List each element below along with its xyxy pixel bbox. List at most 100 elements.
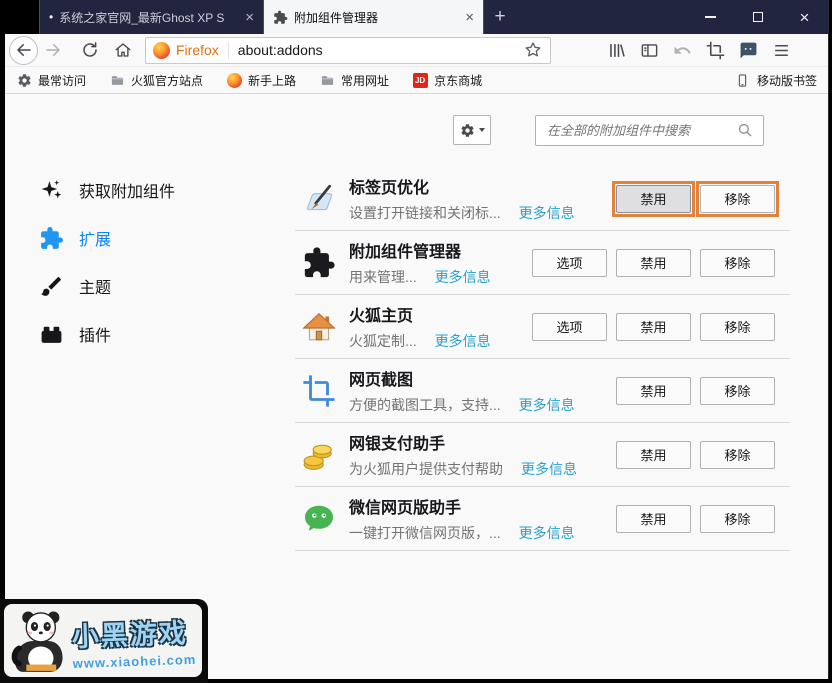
addon-action-button[interactable]: 移除 (700, 376, 775, 405)
more-info-link[interactable]: 更多信息 (519, 523, 575, 543)
wechat-icon (302, 502, 336, 536)
forward-button[interactable] (38, 36, 67, 65)
undo-button[interactable] (667, 36, 698, 65)
bookmarks-toolbar: 最常访问 火狐官方站点 新手上路 常用网址 JD 京东商城 移动版书签 (5, 67, 828, 94)
bookmark-mobile[interactable]: 移动版书签 (735, 72, 817, 89)
addon-description: 为火狐用户提供支付帮助 (349, 461, 503, 477)
panda-icon (11, 611, 63, 672)
bookmark-item[interactable]: 新手上路 (226, 72, 296, 89)
more-info-link[interactable]: 更多信息 (521, 459, 577, 479)
addon-row: 网银支付助手为火狐用户提供支付帮助 更多信息 禁用 移除 (295, 423, 790, 487)
house-icon (302, 310, 336, 344)
minimize-button[interactable] (687, 0, 734, 34)
highlight-ring: 禁用 (612, 180, 695, 217)
url-text[interactable]: about:addons (238, 42, 523, 58)
sidebar-item[interactable]: 扩展 (39, 214, 175, 262)
gear-icon (460, 123, 474, 137)
folder-icon (109, 72, 125, 88)
search-icon[interactable] (736, 121, 755, 140)
folder-icon (319, 72, 335, 88)
addon-action-button[interactable]: 移除 (700, 504, 775, 533)
addon-action-button[interactable]: 移除 (700, 440, 775, 469)
window-controls: × (687, 0, 828, 34)
url-bar[interactable]: Firefox about:addons (145, 36, 551, 64)
watermark-title: 小黑游戏 (71, 617, 189, 652)
bookmark-item[interactable]: 火狐官方站点 (109, 72, 203, 89)
addon-description: 火狐定制... (349, 333, 417, 349)
identity-label: Firefox (176, 42, 219, 58)
titlebar-corner (5, 0, 40, 34)
tab-title: 附加组件管理器 (294, 10, 379, 25)
tab-close-icon[interactable]: × (465, 10, 474, 25)
tab-title: 系统之家官网_最新Ghost XP S (59, 10, 225, 25)
addon-action-button[interactable]: 禁用 (616, 312, 691, 341)
chat-button[interactable] (733, 36, 764, 65)
plus-icon: + (494, 6, 506, 27)
addon-name: 网银支付助手 (349, 436, 446, 453)
addon-action-button[interactable]: 选项 (532, 248, 607, 277)
library-icon (610, 43, 625, 57)
brush-icon (39, 274, 64, 299)
undo-icon (674, 46, 691, 54)
addons-list: 标签页优化 设置打开链接和关闭标... 更多信息 禁用 移除 附加组件管理器 用来管理...… (295, 167, 790, 551)
addon-action-button[interactable]: 选项 (532, 312, 607, 341)
more-info-link[interactable]: 更多信息 (435, 331, 491, 351)
sidebar-item[interactable]: 插件 (39, 310, 175, 358)
library-button[interactable] (601, 36, 632, 65)
tab-bullet-icon: • (49, 10, 54, 24)
sparkle-icon (39, 178, 64, 203)
addon-action-button[interactable]: 禁用 (616, 184, 691, 213)
bookmark-item[interactable]: JD 京东商城 (412, 72, 482, 89)
tab-bar: • 系统之家官网_最新Ghost XP S × 附加组件管理器 × + × (5, 0, 828, 34)
addon-description: 用来管理... (349, 269, 417, 285)
maximize-button[interactable] (734, 0, 781, 34)
addon-action-button[interactable]: 移除 (700, 312, 775, 341)
sidebar-toggle-icon (641, 43, 658, 57)
addon-action-button[interactable]: 禁用 (616, 248, 691, 277)
addon-action-button[interactable]: 移除 (700, 184, 775, 213)
sidebar-item[interactable]: 获取附加组件 (39, 166, 175, 214)
addon-description: 设置打开链接和关闭标... (349, 205, 501, 221)
puzzle-black-icon (302, 246, 336, 280)
search-input[interactable] (535, 115, 764, 146)
close-button[interactable]: × (781, 0, 828, 34)
addon-action-button[interactable]: 禁用 (616, 376, 691, 405)
more-info-link[interactable]: 更多信息 (435, 267, 491, 287)
addon-action-button[interactable]: 禁用 (616, 440, 691, 469)
gear-icon (16, 72, 32, 88)
addon-name: 火狐主页 (349, 308, 414, 325)
screenshot-crop-icon (706, 41, 725, 59)
addon-row: 标签页优化 设置打开链接和关闭标... 更多信息 禁用 移除 (295, 167, 790, 231)
navigation-toolbar: Firefox about:addons (5, 34, 828, 67)
watermark-url: www.xiaohei.com (72, 651, 197, 671)
tab-addons-manager[interactable]: 附加组件管理器 × (264, 0, 484, 34)
tabopt-icon (302, 182, 336, 216)
menu-button[interactable] (766, 36, 797, 65)
tab-systemhome[interactable]: • 系统之家官网_最新Ghost XP S × (40, 0, 264, 34)
home-button[interactable] (108, 36, 137, 65)
bookmark-item[interactable]: 常用网址 (319, 72, 389, 89)
back-button[interactable] (9, 35, 38, 65)
addon-row: 火狐主页火狐定制... 更多信息 选项 禁用 移除 (295, 295, 790, 359)
coins-icon (302, 438, 336, 472)
reload-button[interactable] (75, 36, 104, 65)
addon-name: 微信网页版助手 (349, 500, 462, 517)
chevron-down-icon (478, 128, 485, 132)
reload-icon (82, 42, 97, 57)
more-info-link[interactable]: 更多信息 (519, 395, 575, 415)
addons-search (535, 115, 764, 146)
addon-action-button[interactable]: 移除 (700, 248, 775, 277)
menu-icon (775, 44, 788, 56)
more-info-link[interactable]: 更多信息 (519, 203, 575, 223)
screenshot-button[interactable] (700, 36, 731, 65)
close-icon: × (799, 7, 810, 27)
addon-action-button[interactable]: 禁用 (616, 504, 691, 533)
tools-for-addons-button[interactable] (453, 115, 491, 145)
jd-icon: JD (412, 72, 428, 88)
bookmark-star-icon[interactable] (523, 40, 543, 60)
new-tab-button[interactable]: + (484, 0, 516, 34)
sidebar-item[interactable]: 主题 (39, 262, 175, 310)
bookmark-item[interactable]: 最常访问 (16, 72, 86, 89)
tab-close-icon[interactable]: × (245, 10, 254, 25)
sidebar-toggle-button[interactable] (634, 36, 665, 65)
